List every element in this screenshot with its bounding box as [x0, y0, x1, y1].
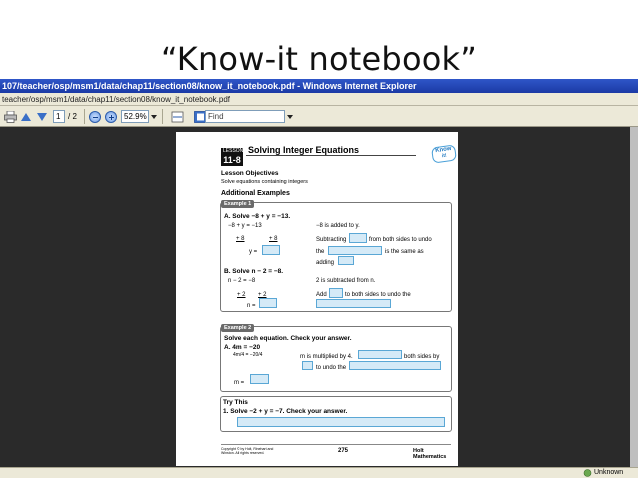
zoom-level-input[interactable]: 52.9%: [121, 110, 149, 123]
example1-tab: Example 1: [221, 200, 255, 209]
ex1b-eq1: n − 2 = −8: [228, 278, 256, 284]
find-input[interactable]: Find: [205, 110, 285, 123]
ex1a-note3b: is the same as: [385, 249, 424, 255]
page-number-input[interactable]: 1: [53, 110, 65, 123]
ex2a-prompt: A. 4m = −20: [224, 344, 261, 351]
arrow-down-icon: [37, 112, 47, 121]
ex1a-eq1: −8 + y = −13: [228, 223, 262, 229]
zoom-dropdown[interactable]: [151, 109, 157, 124]
answer-blank[interactable]: [338, 256, 354, 265]
ex1b-note2b: to both sides to undo the: [345, 292, 411, 298]
try-heading: Try This: [223, 399, 248, 406]
answer-blank[interactable]: [329, 288, 343, 298]
footer-book-title: Holt Mathematics: [413, 448, 447, 461]
lesson-number: 11-8: [223, 154, 241, 165]
lesson-label: LESSON: [223, 148, 244, 154]
vertical-scrollbar[interactable]: [630, 127, 638, 467]
know-it-logo: Know it!: [431, 144, 457, 164]
pdf-page: LESSON 11-8 Solving Integer Equations Kn…: [176, 132, 458, 466]
previous-page-button[interactable]: [18, 109, 34, 124]
page-total: / 2: [68, 112, 77, 121]
ex1a-eq2-left: + 8: [236, 236, 245, 242]
security-zone-icon: [583, 469, 592, 478]
toolbar-divider: [162, 109, 163, 124]
ex2a-eq3: m =: [234, 380, 245, 386]
lesson-badge: LESSON 11-8: [221, 148, 244, 167]
answer-blank[interactable]: [349, 361, 441, 370]
zoom-out-icon: [89, 110, 101, 123]
ex1b-eq2-left: + 2: [237, 292, 246, 298]
answer-blank[interactable]: [358, 350, 402, 359]
example2-tab: Example 2: [221, 324, 255, 333]
ex1b-prompt: B. Solve n − 2 = −8.: [224, 268, 284, 275]
ex1b-note1: 2 is subtracted from n.: [316, 278, 376, 284]
answer-blank[interactable]: [349, 233, 367, 243]
answer-blank[interactable]: [316, 299, 391, 308]
ex1a-note2a: Subtracting: [316, 237, 347, 243]
next-page-button[interactable]: [34, 109, 50, 124]
zoom-out-button[interactable]: [87, 109, 103, 124]
ex2a-note1b: both sides by: [404, 354, 440, 360]
address-bar[interactable]: teacher/osp/msm1/data/chap11/section08/k…: [0, 93, 638, 106]
answer-blank[interactable]: [250, 374, 269, 384]
ex1a-prompt: A. Solve −8 + y = −13.: [224, 213, 291, 220]
find-dropdown[interactable]: [287, 109, 293, 124]
print-icon[interactable]: [2, 109, 18, 124]
zoom-in-icon: [105, 110, 117, 123]
ex2a-note1a: m is multiplied by 4.: [300, 354, 353, 360]
try-prompt: 1. Solve −2 + y = −7. Check your answer.: [223, 408, 348, 415]
answer-blank[interactable]: [302, 361, 313, 370]
answer-blank[interactable]: [237, 417, 445, 427]
chevron-down-icon: [151, 114, 157, 119]
answer-blank[interactable]: [262, 245, 280, 255]
zone-label: Unknown Zone: [594, 469, 624, 476]
zoom-in-button[interactable]: [103, 109, 119, 124]
pdf-toolbar: 1 / 2 52.9% Find: [0, 106, 638, 127]
ex2a-note2: to undo the: [316, 365, 347, 371]
ex1a-note2b: from both sides to undo: [369, 237, 432, 243]
arrow-up-icon: [21, 112, 31, 121]
footer-page-number: 275: [338, 448, 349, 454]
status-bar: Unknown Zone: [0, 467, 638, 478]
window-title-bar: 107/teacher/osp/msm1/data/chap11/section…: [0, 79, 638, 93]
ex1a-eq2-right: + 8: [269, 236, 278, 242]
ex1a-eq3: y =: [249, 249, 258, 255]
toolbar-divider: [84, 109, 85, 124]
objectives-text: Solve equations containing integers: [221, 179, 308, 185]
footer-rule: [221, 444, 451, 445]
ex1b-note2a: Add: [316, 292, 327, 298]
answer-blank[interactable]: [259, 298, 277, 308]
ex1b-eq3: n =: [247, 303, 256, 309]
chevron-down-icon: [287, 114, 293, 119]
objectives-heading: Lesson Objectives: [221, 170, 279, 177]
lesson-title: Solving Integer Equations: [248, 145, 360, 155]
ex2a-frac: 4m/4 = −20/4: [233, 352, 263, 358]
slide-title: “Know-it notebook”: [160, 40, 478, 78]
ex2-prompt: Solve each equation. Check your answer.: [224, 335, 352, 342]
title-rule: [246, 155, 416, 156]
ex1a-note1: −8 is added to y.: [316, 223, 360, 229]
footer-copyright: Copyright © by Holt, Rinehart and Winsto…: [221, 447, 274, 456]
ex1a-note3a: the: [316, 249, 325, 255]
answer-blank[interactable]: [328, 246, 382, 255]
examples-heading: Additional Examples: [221, 190, 290, 197]
fit-width-button[interactable]: [169, 109, 185, 124]
ex1a-note4: adding: [316, 260, 335, 266]
